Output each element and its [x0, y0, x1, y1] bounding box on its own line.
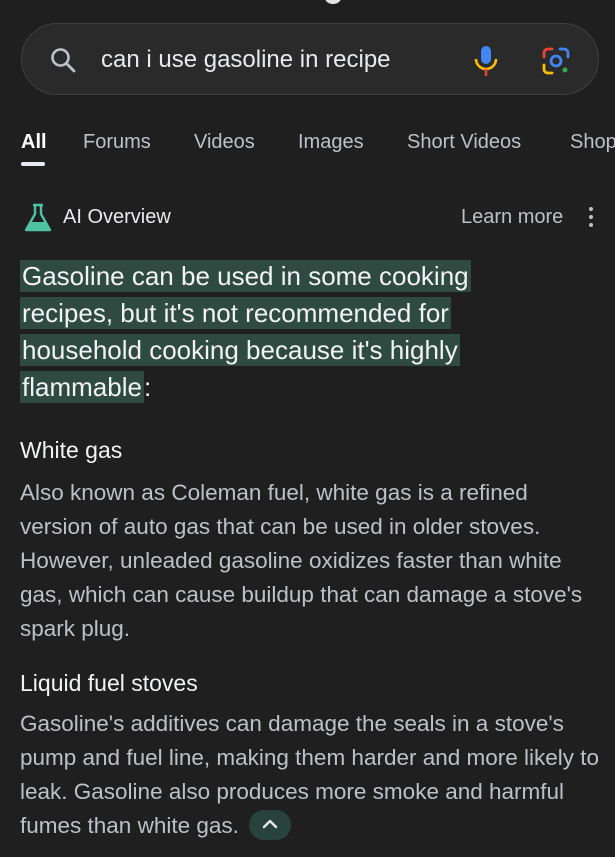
search-tabs: All Forums Videos Images Short Videos Sh…: [0, 124, 615, 172]
flask-icon: [24, 203, 52, 232]
search-bar[interactable]: can i use gasoline in recipe: [21, 23, 599, 95]
tab-short-videos[interactable]: Short Videos: [407, 131, 521, 154]
section-heading-white-gas: White gas: [20, 437, 123, 463]
search-input[interactable]: can i use gasoline in recipe: [101, 43, 391, 77]
tab-forums[interactable]: Forums: [83, 131, 151, 154]
section-heading-liquid-fuel-stoves: Liquid fuel stoves: [20, 670, 198, 696]
ai-summary: Gasoline can be used in some cooking rec…: [20, 258, 560, 406]
tab-videos[interactable]: Videos: [194, 131, 255, 154]
collapse-button[interactable]: [249, 810, 292, 841]
chevron-up-icon: [262, 819, 278, 829]
tab-all[interactable]: All: [21, 131, 47, 154]
more-vert-icon[interactable]: [584, 207, 598, 229]
tab-active-indicator: [21, 162, 45, 166]
google-lens-icon[interactable]: [540, 45, 572, 77]
search-icon[interactable]: [49, 46, 77, 74]
ai-overview-title: AI Overview: [63, 206, 171, 228]
section-body-white-gas: Also known as Coleman fuel, white gas is…: [20, 480, 583, 641]
tab-images[interactable]: Images: [298, 131, 364, 154]
ai-overview-header: AI Overview Learn more: [0, 200, 615, 236]
tab-shop[interactable]: Shop: [570, 131, 615, 154]
status-dot: [325, 0, 341, 4]
section-body-liquid-fuel-stoves: Gasoline's additives can damage the seal…: [20, 707, 605, 843]
section-body-text: Gasoline's additives can damage the seal…: [20, 711, 600, 838]
learn-more-link[interactable]: Learn more: [461, 206, 563, 229]
ai-summary-highlight: Gasoline can be used in some cooking rec…: [20, 260, 471, 403]
ai-summary-suffix: :: [143, 372, 152, 402]
mic-icon[interactable]: [471, 45, 501, 77]
